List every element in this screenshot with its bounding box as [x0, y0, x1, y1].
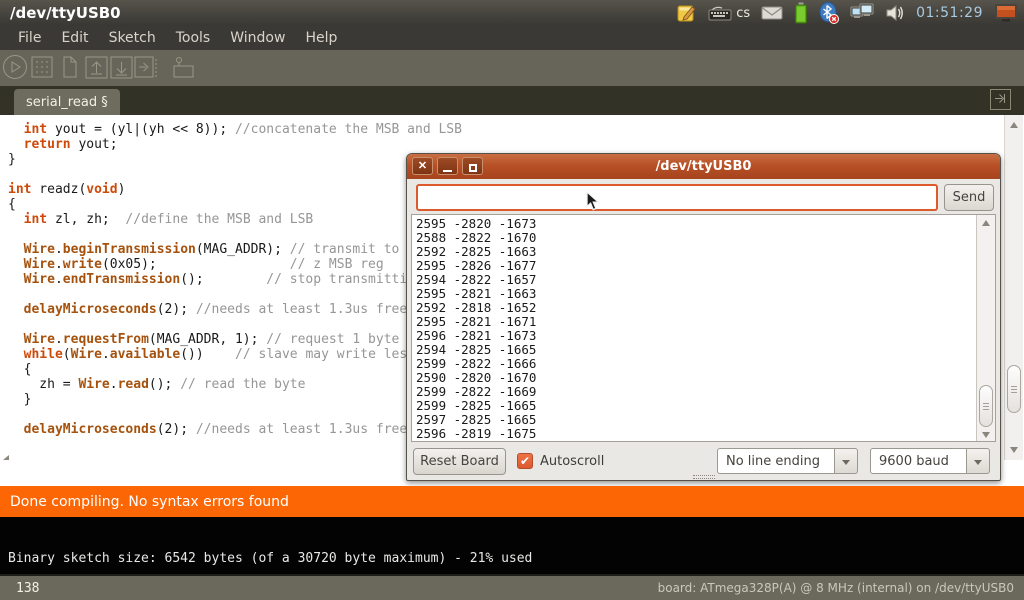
menu-item-help[interactable]: Help: [295, 28, 347, 48]
serial-line: 2599 -2822 -1669: [416, 385, 995, 399]
editor-scrollbar[interactable]: [1004, 115, 1023, 460]
menu-item-tools[interactable]: Tools: [166, 28, 221, 48]
serial-monitor-controls: Reset Board ✔ Autoscroll No line ending …: [407, 446, 1000, 476]
menu-item-edit[interactable]: Edit: [51, 28, 98, 48]
autoscroll-label: Autoscroll: [540, 454, 604, 469]
window-resize-grip[interactable]: [693, 475, 715, 479]
keyboard-layout-icon[interactable]: cs: [708, 5, 750, 21]
verify-button[interactable]: [2, 54, 29, 81]
serial-line: 2596 -2819 -1675: [416, 427, 995, 441]
status-message: Done compiling. No syntax errors found: [0, 494, 289, 510]
reset-board-button[interactable]: Reset Board: [413, 448, 506, 475]
scroll-down-icon[interactable]: [1010, 447, 1018, 453]
tab-bar: serial_read §: [0, 86, 1024, 115]
window-title: /dev/ttyUSB0: [0, 4, 121, 22]
console-output: Binary sketch size: 6542 bytes (of a 307…: [8, 551, 532, 566]
save-button[interactable]: [108, 54, 135, 81]
open-button[interactable]: [83, 54, 110, 81]
serial-output: 2595 -2820 -16732588 -2822 -16702592 -28…: [412, 215, 995, 441]
serial-monitor-titlebar[interactable]: ✕ /dev/ttyUSB0: [407, 154, 1000, 179]
serial-line: 2594 -2825 -1665: [416, 343, 995, 357]
scroll-up-icon[interactable]: [982, 220, 990, 226]
scroll-up-icon[interactable]: [1010, 122, 1018, 128]
footer-bar: 138 board: ATmega328P(A) @ 8 MHz (intern…: [0, 574, 1024, 600]
session-icon[interactable]: [994, 3, 1018, 23]
new-sketch-button[interactable]: [56, 54, 83, 81]
serial-line: 2592 -2825 -1663: [416, 245, 995, 259]
stop-button[interactable]: [29, 54, 56, 81]
serial-line: 2595 -2820 -1673: [416, 217, 995, 231]
send-button[interactable]: Send: [944, 184, 994, 211]
battery-icon[interactable]: [794, 2, 808, 24]
serial-line: 2595 -2821 -1663: [416, 287, 995, 301]
bluetooth-icon[interactable]: [819, 2, 839, 24]
menu-item-window[interactable]: Window: [220, 28, 295, 48]
mail-icon[interactable]: [761, 5, 783, 21]
serial-monitor-window: ✕ /dev/ttyUSB0 Send 2595 -2820 -16732588…: [406, 153, 1001, 481]
serial-line: 2592 -2818 -1652: [416, 301, 995, 315]
minimize-button[interactable]: [437, 157, 458, 175]
mouse-cursor: [586, 191, 601, 216]
code-line: int yout = (yl|(yh << 8)); //concatenate…: [8, 122, 1024, 137]
board-info: board: ATmega328P(A) @ 8 MHz (internal) …: [658, 581, 1024, 595]
hscroll-left-arrow-icon[interactable]: [3, 455, 9, 460]
serial-line: 2590 -2820 -1670: [416, 371, 995, 385]
serial-line: 2599 -2822 -1666: [416, 357, 995, 371]
top-panel: /dev/ttyUSB0 cs 01:51:29: [0, 0, 1024, 26]
clock[interactable]: 01:51:29: [916, 5, 983, 21]
line-number: 138: [0, 581, 39, 596]
volume-icon[interactable]: [885, 3, 905, 23]
maximize-button[interactable]: [462, 157, 483, 175]
console: Binary sketch size: 6542 bytes (of a 307…: [0, 517, 1024, 574]
serial-line: 2595 -2821 -1671: [416, 315, 995, 329]
tab-menu-button[interactable]: [990, 89, 1011, 110]
serial-line: 2594 -2822 -1657: [416, 273, 995, 287]
code-line: return yout;: [8, 137, 1024, 152]
tab-label: serial_read §: [26, 95, 108, 110]
status-bar: Done compiling. No syntax errors found: [0, 486, 1024, 517]
menu-bar: FileEditSketchToolsWindowHelp: [0, 26, 1024, 50]
serial-line: 2588 -2822 -1670: [416, 231, 995, 245]
serial-input[interactable]: [416, 184, 938, 211]
baud-rate-dropdown[interactable]: 9600 baud: [870, 448, 990, 474]
serial-line: 2597 -2825 -1665: [416, 413, 995, 427]
close-button[interactable]: ✕: [412, 157, 433, 175]
line-ending-dropdown[interactable]: No line ending: [717, 448, 858, 474]
menu-item-file[interactable]: File: [8, 28, 51, 48]
keyboard-layout-label: cs: [736, 6, 750, 21]
system-tray: cs 01:51:29: [677, 2, 1024, 24]
menu-item-sketch[interactable]: Sketch: [99, 28, 166, 48]
upload-button[interactable]: [133, 54, 160, 81]
serial-output-panel: 2595 -2820 -16732588 -2822 -16702592 -28…: [411, 214, 996, 442]
serial-monitor-button[interactable]: [170, 54, 197, 81]
serial-scrollbar[interactable]: [976, 215, 995, 441]
autoscroll-checkbox[interactable]: ✔: [517, 453, 533, 469]
note-icon[interactable]: [677, 3, 697, 23]
serial-line: 2595 -2826 -1677: [416, 259, 995, 273]
serial-scrollbar-thumb[interactable]: [979, 385, 993, 427]
serial-line: 2599 -2825 -1665: [416, 399, 995, 413]
chevron-down-icon[interactable]: [834, 448, 858, 474]
scroll-down-icon[interactable]: [982, 432, 990, 438]
baud-rate-value: 9600 baud: [870, 448, 966, 474]
line-ending-value: No line ending: [717, 448, 834, 474]
editor-scrollbar-thumb[interactable]: [1007, 365, 1021, 413]
serial-line: 2596 -2821 -1673: [416, 329, 995, 343]
network-icon[interactable]: [850, 3, 874, 23]
chevron-down-icon[interactable]: [966, 448, 990, 474]
tab-serial-read[interactable]: serial_read §: [14, 89, 120, 115]
serial-monitor-title: /dev/ttyUSB0: [407, 159, 1000, 174]
